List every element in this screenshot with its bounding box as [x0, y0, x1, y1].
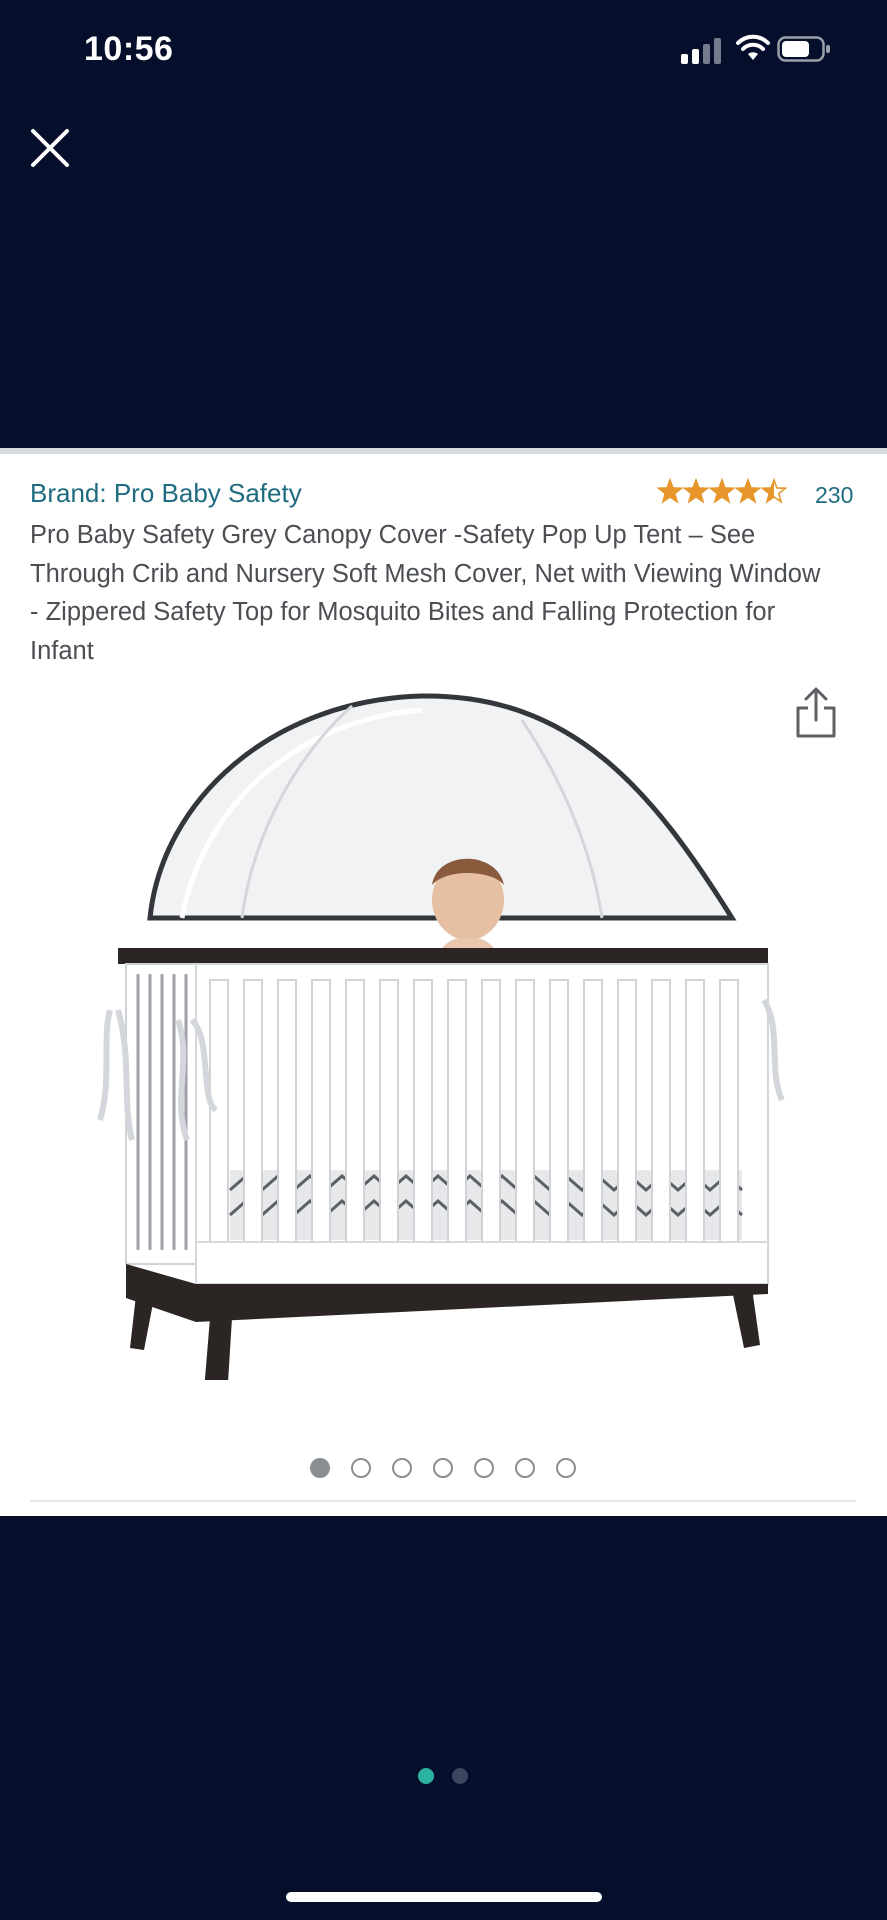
product-title: Pro Baby Safety Grey Canopy Cover -Safet…	[30, 521, 821, 665]
star-icon	[708, 478, 736, 504]
wifi-icon	[736, 34, 770, 60]
star-rating-icon	[657, 478, 787, 504]
star-icon	[657, 478, 684, 504]
page-dot[interactable]	[452, 1768, 468, 1784]
brand-link[interactable]: Brand: Pro Baby Safety	[30, 478, 302, 509]
image-carousel-dots[interactable]	[310, 1458, 590, 1480]
close-icon[interactable]	[30, 128, 70, 168]
carousel-dot[interactable]	[433, 1458, 453, 1478]
product-card[interactable]: Brand: Pro Baby Safety 230 Pro Baby Safe…	[0, 448, 887, 1516]
crib-canopy-product-image[interactable]	[92, 680, 792, 1380]
share-icon[interactable]	[794, 686, 838, 740]
carousel-dot[interactable]	[556, 1458, 576, 1478]
carousel-dot[interactable]	[515, 1458, 535, 1478]
page-dot[interactable]	[418, 1768, 434, 1784]
card-top-divider	[0, 448, 887, 464]
status-bar: 10:56	[0, 0, 887, 100]
cellular-signal-icon	[681, 38, 723, 64]
home-indicator[interactable]	[286, 1892, 602, 1902]
review-count[interactable]: 230	[815, 482, 853, 509]
page-indicator[interactable]	[418, 1768, 478, 1786]
carousel-dot[interactable]	[351, 1458, 371, 1478]
carousel-dot[interactable]	[474, 1458, 494, 1478]
card-divider	[30, 1500, 856, 1502]
star-icon	[682, 478, 710, 504]
star-icon	[760, 478, 787, 504]
carousel-dot[interactable]	[310, 1458, 330, 1478]
status-time: 10:56	[84, 30, 174, 68]
battery-icon	[777, 36, 830, 62]
star-icon	[734, 478, 762, 504]
carousel-dot[interactable]	[392, 1458, 412, 1478]
